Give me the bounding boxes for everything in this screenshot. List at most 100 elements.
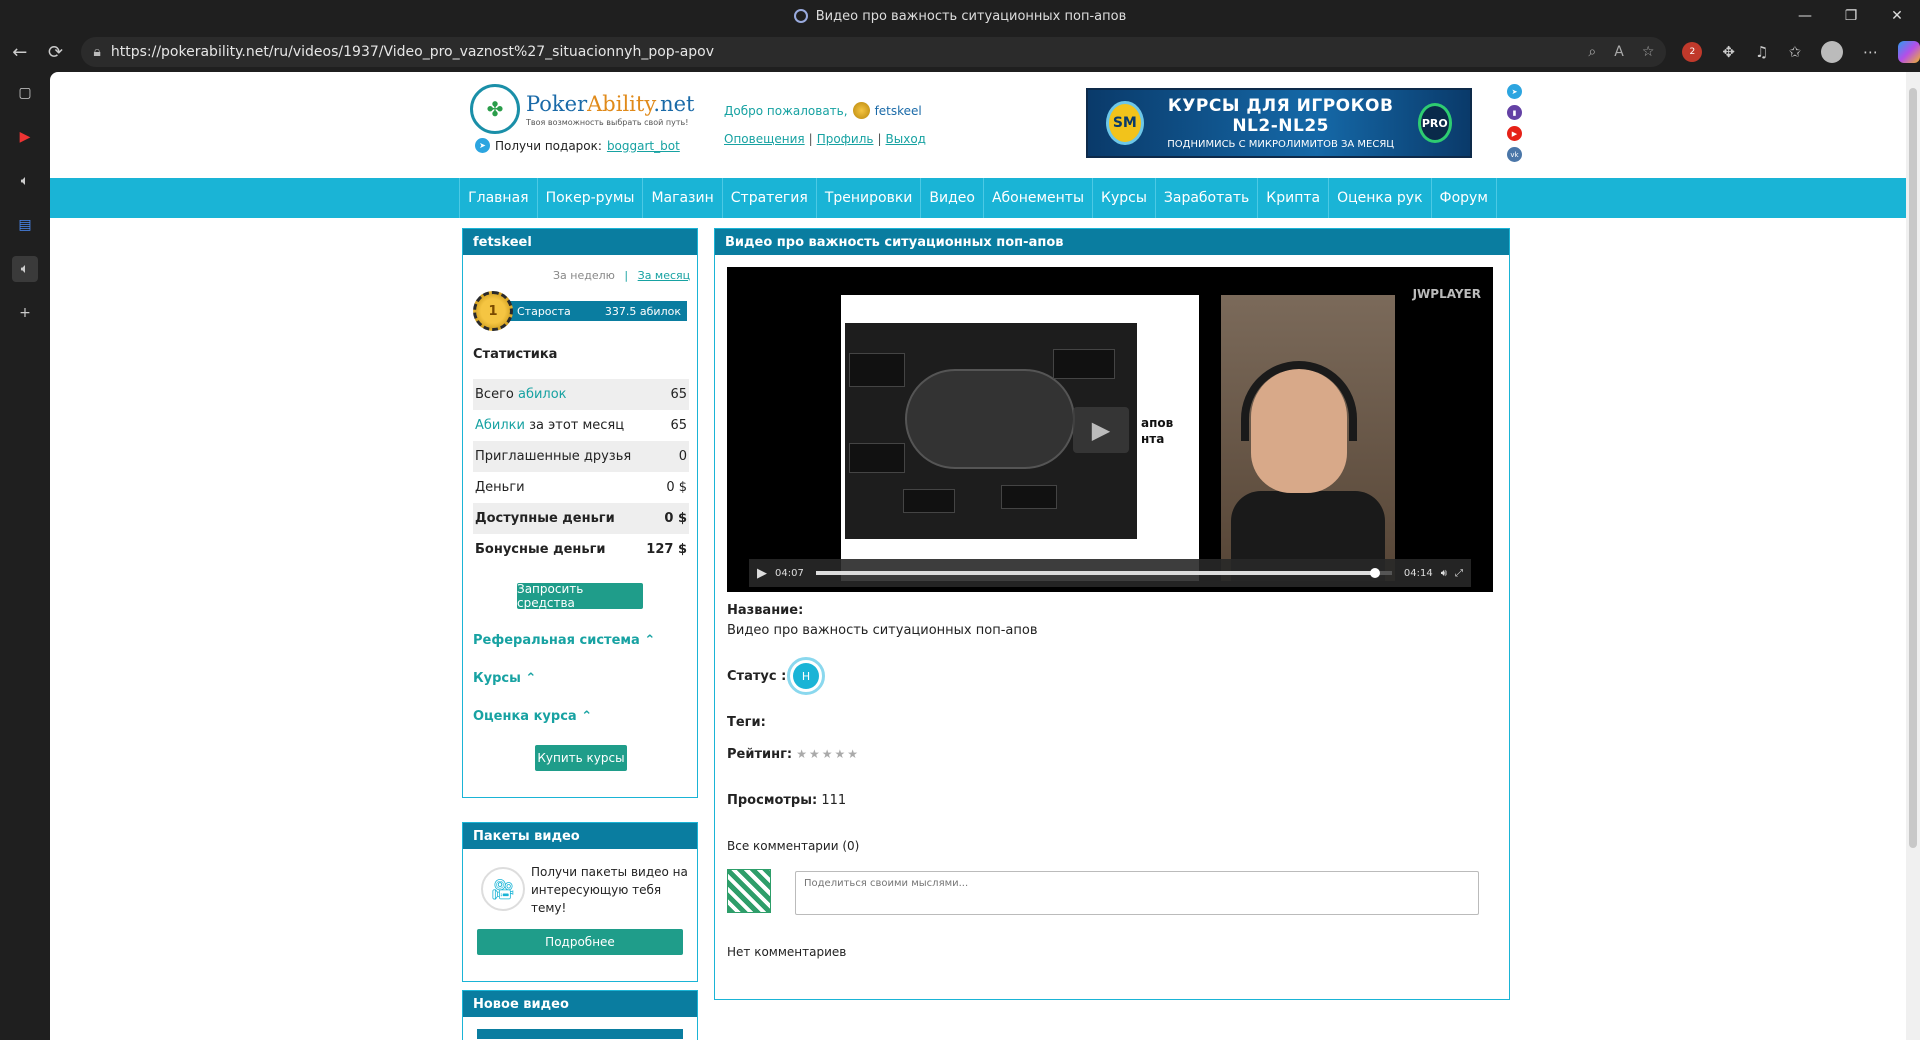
youtube-social-icon[interactable]: ▶ [1507, 126, 1522, 141]
favorites-icon[interactable]: ✩ [1788, 43, 1801, 61]
slide-text: апов нта [1141, 416, 1174, 446]
rank-value: 337.5 абилок [604, 304, 681, 318]
period-month[interactable]: За месяц [638, 269, 691, 282]
courses-banner[interactable]: SM КУРСЫ ДЛЯ ИГРОКОВ NL2-NL25 ПОДНИМИСЬ … [1086, 88, 1472, 158]
docs-tab-icon[interactable]: ▤ [12, 212, 38, 238]
rank-bar: 1 Староста 337.5 абилок [473, 291, 687, 331]
gift-line: ➤ Получи подарок: boggart_bot [475, 138, 680, 153]
rating-stars[interactable]: ★★★★★ [796, 747, 860, 761]
profile-link[interactable]: Профиль [817, 132, 874, 146]
stat-row-month: Абилки за этот месяц 65 [475, 418, 687, 433]
seek-bar[interactable] [815, 568, 1392, 578]
maximize-icon[interactable]: ❐ [1828, 0, 1874, 32]
telegram-social-icon[interactable]: ➤ [1507, 84, 1522, 99]
profile-avatar-icon[interactable] [1821, 41, 1844, 63]
menu-item-shop[interactable]: Магазин [643, 178, 723, 218]
referral-system-toggle[interactable]: Реферальная система ⌃ [473, 633, 655, 648]
youtube-tab-icon[interactable]: ▶ [12, 124, 38, 150]
menu-item-video[interactable]: Видео [921, 178, 984, 218]
gift-bot-link[interactable]: boggart_bot [607, 139, 680, 153]
rank-coin-icon: 1 [473, 291, 513, 331]
menu-item-earn[interactable]: Заработать [1156, 178, 1259, 218]
media-icon[interactable]: ♫ [1755, 43, 1768, 61]
fullscreen-icon[interactable]: ⤢ [1455, 568, 1463, 579]
logout-link[interactable]: Выход [886, 132, 926, 146]
video-packs-panel: Пакеты видео 🎥︎ Получи пакеты видео на и… [462, 822, 698, 982]
tab-actions-icon[interactable]: ▢ [12, 80, 38, 106]
banner-line2: ПОДНИМИСЬ С МИКРОЛИМИТОВ ЗА МЕСЯЦ [1167, 139, 1395, 150]
menu-item-poker-rooms[interactable]: Покер-румы [538, 178, 644, 218]
volume-icon[interactable]: 🔊︎ [1441, 568, 1447, 579]
twitch-social-icon[interactable]: ▮ [1507, 105, 1522, 120]
menu-item-home[interactable]: Главная [459, 178, 538, 218]
more-menu-icon[interactable]: ⋯ [1863, 43, 1878, 61]
player-controls: ▶ 04:07 04:14 🔊︎ ⤢ [749, 559, 1471, 587]
stat-value: 0 $ [664, 511, 687, 526]
copilot-icon[interactable] [1898, 41, 1920, 63]
url-field[interactable]: 🔒︎ https://pokerability.net/ru/videos/19… [81, 37, 1667, 67]
zoom-icon[interactable]: ⌕ [1588, 44, 1596, 60]
menu-item-courses[interactable]: Курсы [1093, 178, 1156, 218]
banner-line1: КУРСЫ ДЛЯ ИГРОКОВ NL2-NL25 [1167, 96, 1394, 136]
clover-logo-icon: ✤ [470, 84, 520, 134]
stat-row-money: Деньги 0 $ [475, 480, 687, 495]
page-scrollbar[interactable] [1906, 72, 1920, 1040]
menu-item-crypto[interactable]: Крипта [1258, 178, 1330, 218]
favorite-star-icon[interactable]: ☆ [1642, 44, 1655, 60]
stats-title: Статистика [473, 347, 558, 362]
request-funds-button[interactable]: Запросить средства [517, 582, 643, 610]
refresh-icon[interactable]: ⟳ [40, 36, 72, 68]
tab-title: Видео про важность ситуационных поп-апов [815, 8, 1127, 24]
chevron-up-icon: ⌃ [581, 709, 593, 724]
courses-toggle[interactable]: Курсы ⌃ [473, 671, 536, 686]
close-icon[interactable]: ✕ [1874, 0, 1920, 32]
stat-value: 127 $ [646, 542, 687, 557]
jwplayer-logo: JWPLAYER [1412, 287, 1481, 301]
adblock-extension-icon[interactable]: 2 [1682, 42, 1703, 62]
menu-item-hand-review[interactable]: Оценка рук [1329, 178, 1432, 218]
abilki-month-link[interactable]: Абилки [475, 418, 525, 433]
abilki-link[interactable]: абилок [518, 387, 567, 402]
notifications-link[interactable]: Оповещения [724, 132, 805, 146]
play-overlay-icon[interactable]: ▶ [1073, 407, 1129, 453]
user-panel: fetskeel За неделю | За месяц 1 Староста… [462, 228, 698, 798]
minimize-icon[interactable]: — [1782, 0, 1828, 32]
more-details-button[interactable]: Подробнее [477, 929, 683, 955]
active-audio-tab-icon[interactable]: 🔈︎ [12, 256, 38, 282]
name-value: Видео про важность ситуационных поп-апов [727, 623, 1038, 638]
comment-input[interactable] [795, 871, 1479, 915]
window-titlebar: Видео про важность ситуационных поп-апов… [0, 0, 1920, 32]
site-logo[interactable]: ✤ PokerAbility.net Твоя возможность выбр… [470, 84, 694, 134]
course-rating-toggle[interactable]: Оценка курса ⌃ [473, 709, 592, 724]
status-badge: H [787, 657, 825, 695]
extensions-puzzle-icon[interactable]: ✥ [1722, 43, 1735, 61]
logo-slogan: Твоя возможность выбрать свой путь! [526, 117, 689, 127]
telegram-icon: ➤ [475, 138, 490, 153]
play-icon[interactable]: ▶ [757, 566, 767, 581]
menu-item-subscriptions[interactable]: Абонементы [984, 178, 1094, 218]
stat-value: 65 [670, 387, 687, 402]
duration-time: 04:14 [1403, 567, 1433, 579]
period-week[interactable]: За неделю [553, 269, 615, 282]
menu-item-strategy[interactable]: Стратегия [723, 178, 817, 218]
audio-tab-icon[interactable]: 🔈︎ [12, 168, 38, 194]
presenter-webcam [1221, 295, 1395, 581]
back-icon[interactable]: ← [4, 36, 36, 68]
buy-courses-button[interactable]: Купить курсы [535, 745, 627, 771]
read-aloud-icon[interactable]: A [1614, 44, 1624, 60]
banner-pro-badge: PRO [1417, 103, 1452, 143]
menu-item-forum[interactable]: Форум [1432, 178, 1497, 218]
chevron-up-icon: ⌃ [525, 671, 537, 686]
new-tab-plus-icon[interactable]: + [12, 300, 38, 326]
site-favicon-icon [793, 9, 808, 23]
new-video-bar [477, 1029, 683, 1039]
username-link[interactable]: fetskeel [875, 104, 922, 118]
main-menu: Главная Покер-румы Магазин Стратегия Тре… [50, 178, 1906, 218]
views-value: 111 [821, 793, 847, 808]
vk-social-icon[interactable]: vk [1507, 147, 1522, 162]
gift-label: Получи подарок: [495, 138, 602, 153]
video-title: Видео про важность ситуационных поп-апов [715, 229, 1509, 255]
welcome-line: Добро пожаловать, fetskeel [724, 102, 922, 119]
menu-item-training[interactable]: Тренировки [817, 178, 922, 218]
video-player[interactable]: апов нта ▶ JWPLAYER ▶ 04:07 04:14 🔊︎ ⤢ [727, 267, 1493, 592]
